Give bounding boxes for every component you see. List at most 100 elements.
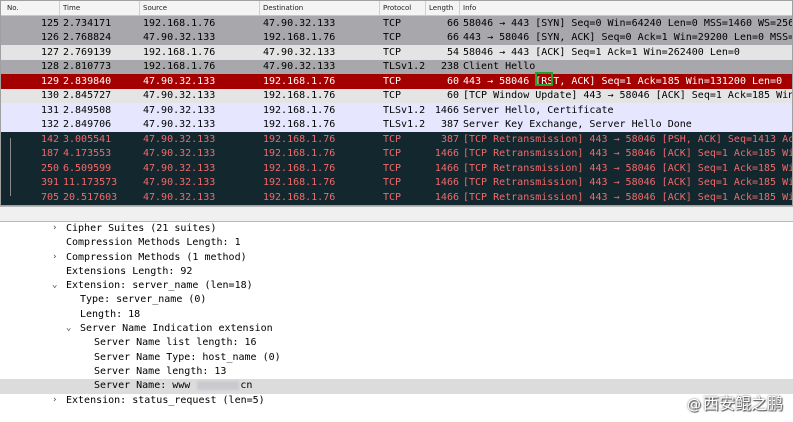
packet-time: 2.769139 [63, 46, 112, 58]
packet-dst: 192.168.1.76 [263, 133, 336, 145]
packet-info: [TCP Retransmission] 443 → 58046 [ACK] S… [463, 191, 793, 203]
packet-info: [TCP Retransmission] 443 → 58046 [ACK] S… [463, 162, 793, 174]
col-destination[interactable]: Destination [263, 4, 303, 12]
packet-row[interactable]: 142 3.005541 47.90.32.133 192.168.1.76 TCP 38… [1, 132, 792, 147]
packet-info: Server Hello, Certificate [463, 104, 614, 116]
expand-arrow-icon[interactable]: › [52, 223, 57, 233]
packet-time: 2.849508 [63, 104, 112, 116]
packet-row[interactable]: 131 2.849508 47.90.32.133 192.168.1.76 TLSv1… [1, 103, 792, 118]
packet-src: 47.90.32.133 [143, 90, 216, 101]
detail-line[interactable]: Compression Methods Length: 1 [0, 236, 793, 250]
packet-row[interactable]: 132 2.849706 47.90.32.133 192.168.1.76 TLSv1… [1, 117, 792, 132]
packet-dst: 192.168.1.76 [263, 32, 336, 43]
packet-dst: 47.90.32.133 [263, 17, 336, 29]
detail-line[interactable]: › Extension: status_request (len=5) [0, 394, 793, 408]
packet-no: 129 [40, 75, 59, 87]
packet-no: 142 [40, 133, 59, 145]
packet-no: 128 [40, 61, 59, 72]
packet-no: 132 [40, 119, 59, 130]
packet-no: 131 [40, 104, 59, 116]
detail-text: Compression Methods (1 method) [66, 251, 247, 263]
packet-info: 58046 → 443 [SYN] Seq=0 Win=64240 Len=0 … [463, 17, 793, 29]
packet-no: 705 [40, 191, 59, 203]
col-time[interactable]: Time [63, 4, 80, 12]
packet-dst: 192.168.1.76 [263, 148, 336, 159]
packet-row[interactable]: 250 6.509599 47.90.32.133 192.168.1.76 TCP 14… [1, 161, 792, 176]
packet-time: 2.734171 [63, 17, 112, 29]
packet-info: Client Hello [463, 61, 536, 72]
packet-no: 187 [40, 148, 59, 159]
detail-text: Server Name Indication extension [80, 323, 273, 335]
packet-proto: TCP [383, 46, 402, 58]
packet-len: 60 [446, 75, 459, 87]
packet-dst: 192.168.1.76 [263, 90, 336, 101]
detail-line[interactable]: › Compression Methods (1 method) [0, 251, 793, 265]
packet-src: 47.90.32.133 [143, 75, 216, 87]
packet-src: 47.90.32.133 [143, 104, 216, 116]
packet-proto: TCP [383, 17, 402, 29]
packet-proto: TCP [383, 75, 402, 87]
detail-line[interactable]: Server Name length: 13 [0, 365, 793, 379]
col-no[interactable]: No. [7, 4, 19, 12]
packet-row[interactable]: 129 2.839840 47.90.32.133 192.168.1.76 TCP 60… [1, 74, 792, 89]
detail-text: Extensions Length: 92 [66, 265, 193, 277]
packet-proto: TCP [383, 32, 402, 43]
packet-src: 47.90.32.133 [143, 148, 216, 159]
packet-row[interactable]: 130 2.845727 47.90.32.133 192.168.1.76 TCP 60… [1, 88, 793, 103]
detail-line[interactable]: Server Name list length: 16 [0, 336, 793, 350]
packet-src: 192.168.1.76 [143, 46, 216, 58]
detail-line[interactable]: Type: server_name (0) [0, 293, 793, 307]
packet-time: 3.005541 [63, 133, 112, 145]
packet-details-pane[interactable]: › Cipher Suites (21 suites) Compression Me… [0, 222, 793, 422]
packet-len: 1466 [434, 162, 459, 174]
detail-line[interactable]: ⌄ Extension: server_name (len=18) [0, 279, 793, 293]
col-length[interactable]: Length [429, 4, 453, 12]
collapse-arrow-icon[interactable]: ⌄ [52, 280, 57, 290]
packet-list[interactable]: No. Time Source Destination Protocol Len… [0, 0, 793, 206]
packet-time: 2.845727 [63, 90, 112, 101]
pane-divider[interactable] [0, 206, 793, 222]
packet-row[interactable]: 128 2.810773 192.168.1.76 47.90.32.133 TLSv1… [1, 59, 792, 74]
packet-no: 250 [40, 162, 59, 174]
packet-row[interactable]: 126 2.768824 47.90.32.133 192.168.1.76 TCP 66… [1, 30, 792, 45]
packet-row[interactable]: 127 2.769139 192.168.1.76 47.90.32.133 TCP 54… [1, 45, 792, 60]
detail-text: Compression Methods Length: 1 [66, 237, 241, 249]
packet-proto: TLSv1.2 [383, 104, 426, 116]
detail-text: Length: 18 [80, 308, 141, 320]
packet-proto: TCP [383, 90, 402, 101]
packet-dst: 192.168.1.76 [263, 191, 336, 203]
packet-info: [TCP Window Update] 443 → 58046 [ACK] Se… [463, 90, 793, 101]
packet-src: 47.90.32.133 [143, 162, 216, 174]
packet-row[interactable]: 125 2.734171 192.168.1.76 47.90.32.133 TCP 66… [1, 16, 792, 31]
col-source[interactable]: Source [143, 4, 167, 12]
col-info[interactable]: Info [463, 4, 476, 12]
expand-arrow-icon[interactable]: › [52, 395, 57, 405]
packet-proto: TLSv1.2 [383, 119, 426, 130]
packet-info: [TCP Retransmission] 443 → 58046 [ACK] S… [463, 148, 793, 159]
packet-src: 47.90.32.133 [143, 177, 216, 188]
rst-highlight-box [535, 72, 553, 86]
packet-rows: 125 2.734171 192.168.1.76 47.90.32.133 TCP 66… [1, 16, 792, 205]
detail-text: Server Name: www cn [94, 380, 253, 392]
detail-line[interactable]: ⌄ Server Name Indication extension [0, 322, 793, 336]
packet-row[interactable]: 391 11.173573 47.90.32.133 192.168.1.76 TCP 1… [1, 175, 792, 190]
detail-line[interactable]: Extensions Length: 92 [0, 265, 793, 279]
packet-info: [TCP Retransmission] 443 → 58046 [PSH, A… [463, 133, 793, 145]
detail-line[interactable]: Server Name Type: host_name (0) [0, 351, 793, 365]
packet-time: 2.849706 [63, 119, 112, 130]
detail-text: Cipher Suites (21 suites) [66, 223, 217, 234]
packet-time: 6.509599 [63, 162, 112, 174]
expand-arrow-icon[interactable]: › [52, 252, 57, 262]
packet-proto: TCP [383, 162, 402, 174]
detail-line[interactable]: › Cipher Suites (21 suites) [0, 222, 793, 236]
col-protocol[interactable]: Protocol [383, 4, 411, 12]
packet-time: 20.517603 [63, 191, 118, 203]
collapse-arrow-icon[interactable]: ⌄ [66, 323, 71, 333]
detail-line[interactable]: Server Name: www cn [0, 379, 793, 394]
packet-proto: TCP [383, 191, 402, 203]
detail-line[interactable]: Length: 18 [0, 308, 793, 322]
packet-row[interactable]: 705 20.517603 47.90.32.133 192.168.1.76 TCP 1… [1, 190, 792, 205]
packet-dst: 192.168.1.76 [263, 177, 336, 188]
packet-row[interactable]: 187 4.173553 47.90.32.133 192.168.1.76 TCP 14… [1, 146, 793, 161]
packet-info: 58046 → 443 [ACK] Seq=1 Ack=1 Win=262400… [463, 46, 740, 58]
